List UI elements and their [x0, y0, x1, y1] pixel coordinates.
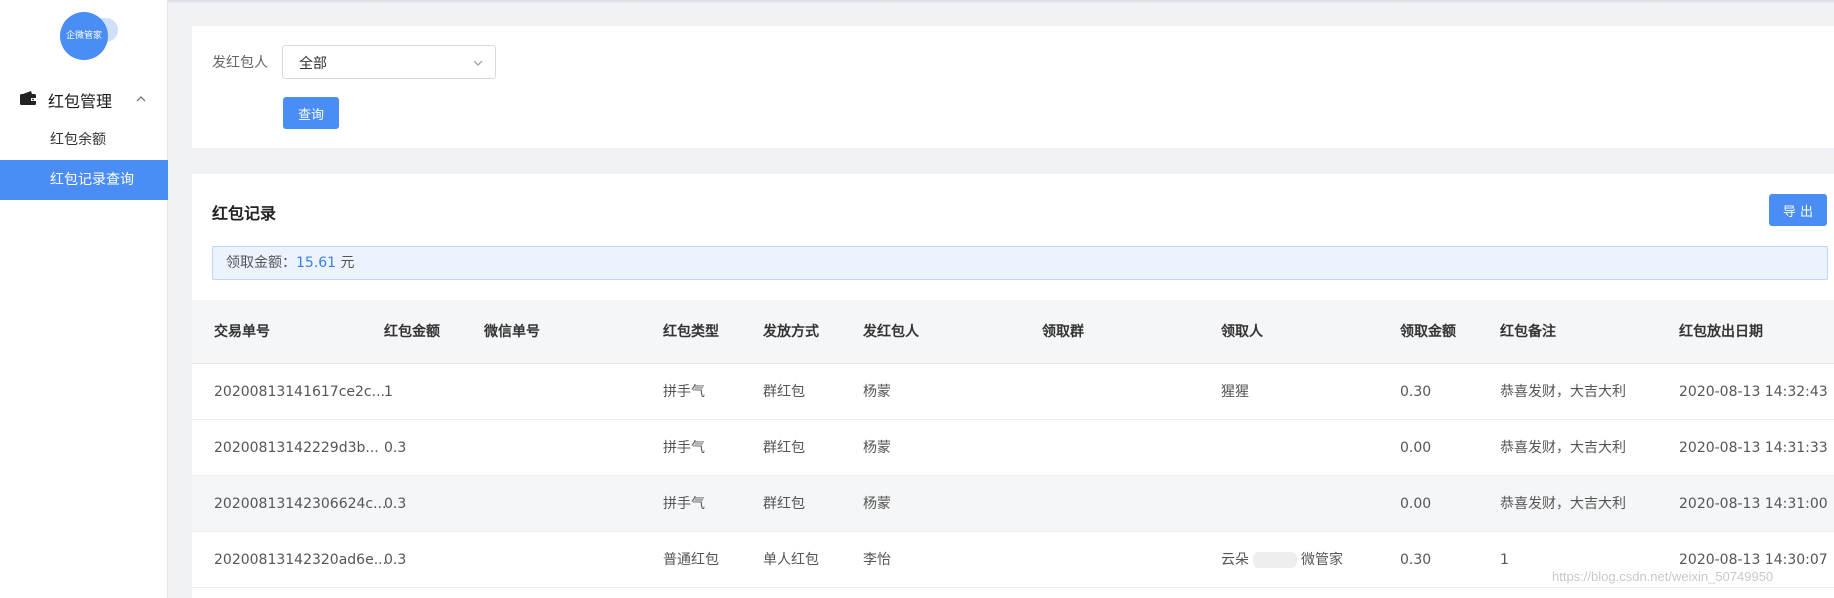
- table-cell: 0.3: [384, 440, 407, 456]
- logo-text: 企微管家: [60, 12, 108, 60]
- column-header: 红包类型: [663, 324, 719, 340]
- query-button[interactable]: 查询: [283, 97, 339, 129]
- chevron-up-icon: [136, 96, 146, 102]
- table-cell: 20200813142320ad6e...: [214, 552, 388, 568]
- table-row[interactable]: 20200813142306624c... 0.3 拼手气 群红包 杨蒙 0.0…: [192, 476, 1834, 532]
- redacted-blur: [1253, 552, 1297, 568]
- chevron-down-icon: [473, 60, 483, 66]
- records-title: 红包记录: [212, 204, 277, 223]
- top-shadow: [168, 0, 1834, 4]
- column-header: 红包放出日期: [1679, 324, 1763, 340]
- summary-bar: 领取金额：15.61 元: [212, 246, 1828, 280]
- column-header: 红包备注: [1500, 324, 1556, 340]
- sidebar-group-label: 红包管理: [48, 92, 113, 111]
- records-table: 交易单号 红包金额 微信单号 红包类型 发放方式 发红包人 领取群 领取人 领取…: [192, 300, 1834, 588]
- summary-unit: 元: [336, 255, 355, 271]
- table-cell: 1: [384, 384, 393, 400]
- sender-select-value: 全部: [299, 56, 327, 72]
- table-cell: 恭喜发财，大吉大利: [1500, 496, 1626, 512]
- sender-filter-label: 发红包人: [212, 55, 268, 71]
- column-header: 交易单号: [214, 324, 270, 340]
- sidebar-item-balance[interactable]: 红包余额: [0, 120, 168, 160]
- sidebar-item-record-query[interactable]: 红包记录查询: [0, 160, 168, 200]
- table-cell: 2020-08-13 14:31:00: [1679, 496, 1828, 512]
- table-cell: 猩猩: [1221, 384, 1249, 400]
- column-header: 领取群: [1042, 324, 1084, 340]
- column-header: 领取金额: [1400, 324, 1456, 340]
- summary-amount: 15.61: [296, 255, 337, 271]
- app-logo: 企微管家: [60, 12, 118, 60]
- table-row[interactable]: 20200813142229d3b... 0.3 拼手气 群红包 杨蒙 0.00…: [192, 420, 1834, 476]
- table-cell: 云朵 微管家: [1221, 532, 1343, 588]
- table-cell: 恭喜发财，大吉大利: [1500, 384, 1626, 400]
- table-cell: 1: [1500, 552, 1509, 568]
- table-cell: 普通红包: [663, 552, 719, 568]
- table-cell: 2020-08-13 14:31:33: [1679, 440, 1828, 456]
- table-cell: 杨蒙: [863, 496, 891, 512]
- table-cell: 20200813142229d3b...: [214, 440, 379, 456]
- table-cell: 0.3: [384, 552, 407, 568]
- table-cell: 群红包: [763, 496, 805, 512]
- table-cell: 0.30: [1400, 552, 1432, 568]
- sender-select[interactable]: 全部: [282, 45, 496, 79]
- column-header: 红包金额: [384, 324, 440, 340]
- table-cell: 群红包: [763, 440, 805, 456]
- table-cell: 杨蒙: [863, 440, 891, 456]
- table-cell: 杨蒙: [863, 384, 891, 400]
- table-cell: 群红包: [763, 384, 805, 400]
- receiver-suffix: 微管家: [1301, 552, 1343, 568]
- column-header: 发放方式: [763, 324, 819, 340]
- watermark: https://blog.csdn.net/weixin_50749950: [1552, 569, 1774, 584]
- filter-panel: 发红包人 全部 查询: [192, 26, 1834, 148]
- table-cell: 0.00: [1400, 496, 1432, 512]
- table-cell: 2020-08-13 14:32:43: [1679, 384, 1828, 400]
- table-cell: 拼手气: [663, 440, 705, 456]
- records-panel: 红包记录 导 出 领取金额：15.61 元 交易单号 红包金额 微信单号 红包类…: [192, 174, 1834, 598]
- export-button[interactable]: 导 出: [1769, 194, 1827, 226]
- summary-label: 领取金额：: [226, 255, 296, 271]
- table-cell: 单人红包: [763, 552, 819, 568]
- column-header: 发红包人: [863, 324, 919, 340]
- table-cell: 拼手气: [663, 384, 705, 400]
- table-cell: 20200813142306624c...: [214, 496, 387, 512]
- column-header: 领取人: [1221, 324, 1263, 340]
- table-cell: 0.3: [384, 496, 407, 512]
- table-row[interactable]: 20200813141617ce2c... 1 拼手气 群红包 杨蒙 猩猩 0.…: [192, 364, 1834, 420]
- sidebar: 企微管家 红包管理 红包余额 红包记录查询: [0, 0, 168, 598]
- table-cell: 0.00: [1400, 440, 1432, 456]
- wallet-icon: [20, 91, 36, 105]
- table-cell: 恭喜发财，大吉大利: [1500, 440, 1626, 456]
- table-cell: 李怡: [863, 552, 891, 568]
- table-cell: 20200813141617ce2c...: [214, 384, 385, 400]
- receiver-name: 云朵: [1221, 552, 1249, 568]
- table-cell: 0.30: [1400, 384, 1432, 400]
- column-header: 微信单号: [484, 324, 540, 340]
- table-header: 交易单号 红包金额 微信单号 红包类型 发放方式 发红包人 领取群 领取人 领取…: [192, 300, 1834, 364]
- sidebar-group-redpacket[interactable]: 红包管理: [0, 80, 168, 116]
- table-cell: 拼手气: [663, 496, 705, 512]
